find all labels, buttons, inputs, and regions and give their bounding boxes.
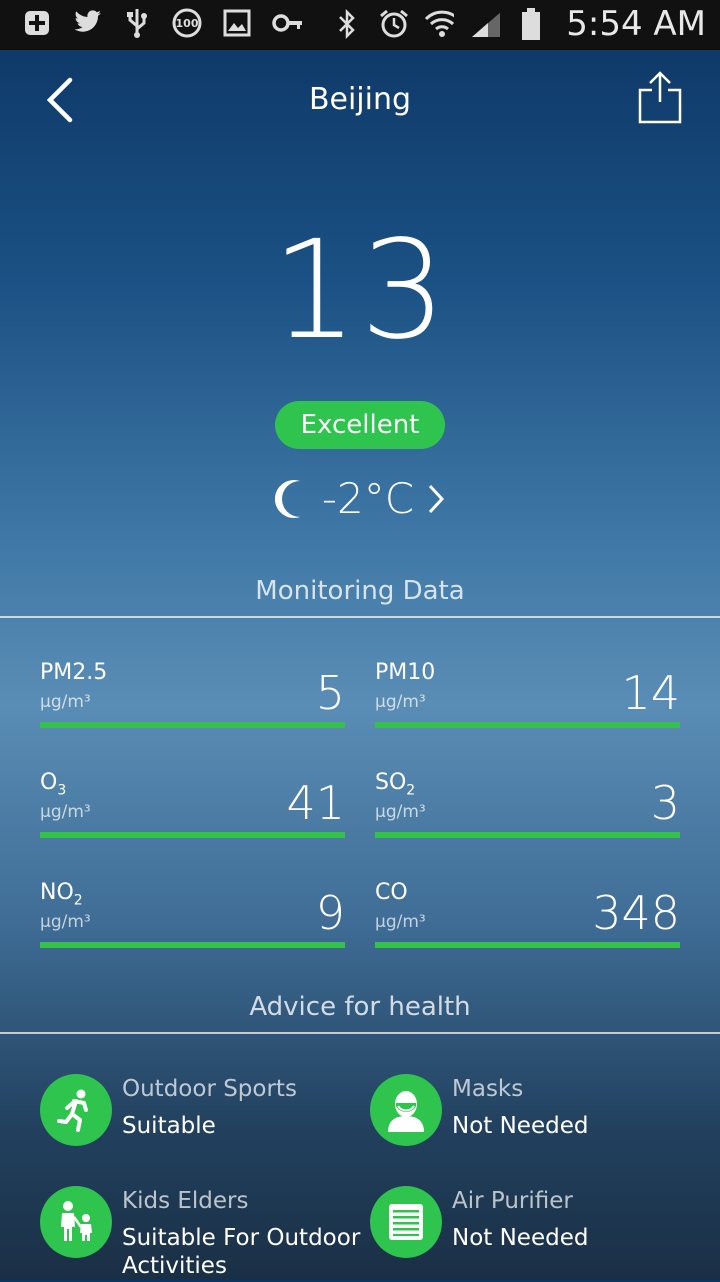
twitter-icon bbox=[72, 8, 102, 38]
metric-value: 14 bbox=[621, 666, 680, 720]
metric-unit: μg/m³ bbox=[375, 802, 426, 822]
advice-value: Not Needed bbox=[452, 1113, 589, 1139]
metric-name: PM10 bbox=[375, 660, 436, 685]
monitoring-divider bbox=[0, 616, 720, 618]
share-icon bbox=[638, 71, 682, 124]
advice-value: Not Needed bbox=[452, 1225, 589, 1251]
chevron-right-icon bbox=[428, 484, 445, 513]
metric-name: PM2.5 bbox=[40, 660, 108, 685]
metric-value: 3 bbox=[650, 776, 680, 830]
metric-unit: μg/m³ bbox=[40, 912, 91, 932]
weather-link[interactable]: -2°C bbox=[0, 474, 720, 523]
advice-masks: Masks Not Needed bbox=[370, 1074, 690, 1170]
page-title: Beijing bbox=[308, 82, 412, 117]
advice-label: Outdoor Sports bbox=[122, 1076, 297, 1102]
metric-unit: μg/m³ bbox=[40, 692, 91, 712]
aqi-value: 13 bbox=[271, 212, 449, 370]
battery-icon bbox=[516, 8, 546, 40]
metric-pm10: PM10 μg/m³ 14 bbox=[375, 660, 680, 730]
clock: 5:54 AM bbox=[566, 4, 706, 44]
aqi-level-badge: Excellent bbox=[275, 401, 445, 449]
advice-outdoor-sports: Outdoor Sports Suitable bbox=[40, 1074, 360, 1170]
plus-box-icon bbox=[22, 8, 52, 38]
metric-no2: NO2 μg/m³ 9 bbox=[40, 880, 345, 950]
image-icon bbox=[222, 8, 252, 38]
metric-bar bbox=[375, 722, 680, 728]
air-purifier-icon bbox=[370, 1186, 442, 1258]
advice-kids-elders: Kids Elders Suitable For Outdoor Activit… bbox=[40, 1186, 360, 1282]
metric-bar bbox=[375, 942, 680, 948]
metric-name: CO bbox=[375, 880, 408, 905]
metric-value: 5 bbox=[315, 666, 345, 720]
metric-unit: μg/m³ bbox=[375, 692, 426, 712]
mask-icon bbox=[370, 1074, 442, 1146]
share-button[interactable] bbox=[636, 70, 684, 126]
wifi-icon bbox=[424, 9, 455, 39]
monitoring-title: Monitoring Data bbox=[255, 576, 465, 606]
signal-icon bbox=[470, 9, 501, 39]
health-divider bbox=[0, 1032, 720, 1034]
metric-unit: μg/m³ bbox=[40, 802, 91, 822]
family-icon bbox=[40, 1186, 112, 1258]
status-bar: 100 5:54 AM bbox=[0, 0, 720, 50]
metric-bar bbox=[40, 942, 345, 948]
bluetooth-icon bbox=[332, 9, 362, 39]
metric-o3: O3 μg/m³ 41 bbox=[40, 770, 345, 840]
metric-bar bbox=[40, 722, 345, 728]
alarm-icon bbox=[378, 9, 409, 39]
metric-so2: SO2 μg/m³ 3 bbox=[375, 770, 680, 840]
advice-air-purifier: Air Purifier Not Needed bbox=[370, 1186, 690, 1282]
metric-pm25: PM2.5 μg/m³ 5 bbox=[40, 660, 345, 730]
key-icon bbox=[272, 8, 302, 38]
temperature: -2°C bbox=[321, 474, 415, 523]
runner-icon bbox=[40, 1074, 112, 1146]
advice-label: Masks bbox=[452, 1076, 524, 1102]
advice-value: Suitable For Outdoor Activities bbox=[122, 1225, 361, 1279]
health-title: Advice for health bbox=[249, 992, 471, 1022]
moon-icon bbox=[274, 479, 300, 518]
advice-label: Air Purifier bbox=[452, 1188, 573, 1214]
badge-100-icon: 100 bbox=[172, 8, 202, 38]
metric-bar bbox=[40, 832, 345, 838]
metric-value: 9 bbox=[315, 886, 345, 940]
advice-value: Suitable bbox=[122, 1113, 216, 1139]
usb-icon bbox=[122, 8, 152, 38]
metric-unit: μg/m³ bbox=[375, 912, 426, 932]
metric-name: O3 bbox=[40, 770, 67, 799]
metric-value: 41 bbox=[286, 776, 345, 830]
metric-value: 348 bbox=[592, 886, 680, 940]
metric-name: NO2 bbox=[40, 880, 83, 909]
metric-bar bbox=[375, 832, 680, 838]
metric-co: CO μg/m³ 348 bbox=[375, 880, 680, 950]
advice-label: Kids Elders bbox=[122, 1188, 249, 1214]
svg-text:100: 100 bbox=[176, 17, 199, 30]
metric-name: SO2 bbox=[375, 770, 416, 799]
